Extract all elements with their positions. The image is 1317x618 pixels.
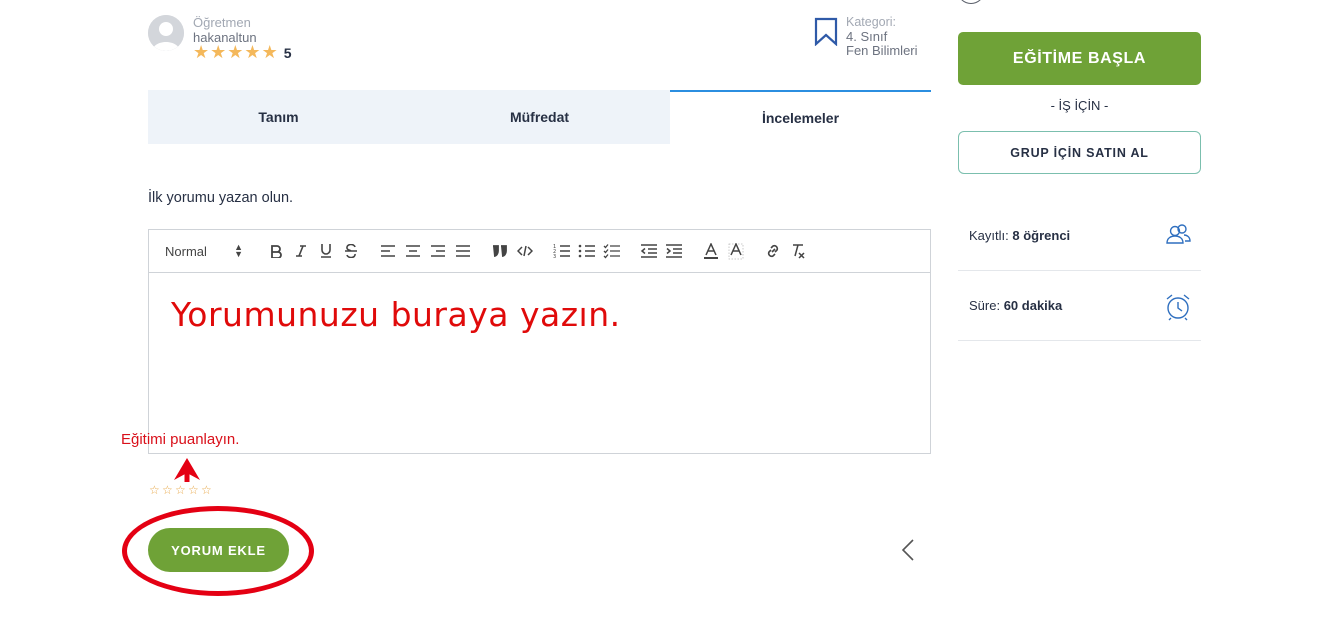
enrolled-text: Kayıtlı: 8 öğrenci — [969, 228, 1070, 243]
background-color-icon[interactable] — [723, 239, 748, 263]
ordered-list-icon[interactable]: 123 — [549, 239, 574, 263]
bold-icon[interactable] — [263, 239, 288, 263]
star-icon: ★ — [261, 42, 278, 62]
check-list-icon[interactable] — [599, 239, 624, 263]
select-arrows-icon: ▲ ▼ — [234, 242, 243, 259]
align-justify-icon[interactable] — [450, 239, 475, 263]
instructor-rating-value: 5 — [283, 44, 292, 61]
category-label: Kategori: — [846, 15, 897, 29]
duration-value: 60 dakika — [1003, 298, 1063, 313]
bookmark-icon — [814, 17, 838, 51]
text-color-icon[interactable] — [698, 239, 723, 263]
italic-icon[interactable] — [288, 239, 313, 263]
editor-toolbar: Normal ▲ ▼ 1 2 3 — [149, 230, 930, 273]
course-tabs: Tanım Müfredat İncelemeler — [148, 90, 931, 144]
format-select[interactable]: Normal ▲ ▼ — [165, 242, 243, 259]
outdent-icon[interactable] — [636, 239, 661, 263]
rating-star-4[interactable]: ☆ — [188, 484, 201, 496]
enrolled-label: Kayıtlı: — [969, 228, 1009, 243]
start-course-button[interactable]: EĞİTİME BAŞLA — [958, 32, 1201, 85]
align-right-icon[interactable] — [425, 239, 450, 263]
category-value[interactable]: 4. Sınıf Fen Bilimleri — [846, 30, 918, 58]
star-icon: ★ — [210, 42, 227, 62]
editor-annotation-text: Yorumunuzu buraya yazın. — [171, 295, 621, 334]
link-icon[interactable] — [760, 239, 785, 263]
instructor-avatar[interactable] — [148, 15, 184, 51]
indent-icon[interactable] — [661, 239, 686, 263]
enrolled-info: Kayıtlı: 8 öğrenci — [958, 201, 1201, 271]
duration-info: Süre: 60 dakika — [958, 271, 1201, 341]
tab-curriculum[interactable]: Müfredat — [409, 90, 670, 144]
editor-content-area[interactable]: Yorumunuzu buraya yazın. — [149, 273, 930, 356]
format-select-value: Normal — [165, 243, 207, 259]
rate-hint-annotation: Eğitimi puanlayın. — [121, 431, 240, 448]
rating-star-3[interactable]: ☆ — [175, 484, 188, 496]
for-business-label: - İŞ İÇİN - — [1050, 98, 1109, 113]
strike-icon[interactable] — [338, 239, 363, 263]
tab-reviews[interactable]: İncelemeler — [670, 90, 931, 144]
category-value-line1: 4. Sınıf — [846, 29, 888, 44]
rating-input[interactable]: ☆ ☆ ☆ ☆ ☆ — [149, 484, 214, 496]
add-review-button[interactable]: YORUM EKLE — [148, 528, 289, 572]
bullet-list-icon[interactable] — [574, 239, 599, 263]
duration-text: Süre: 60 dakika — [969, 298, 1062, 313]
instructor-rating-stars: ★ ★ ★ ★ ★ 5 — [193, 42, 292, 62]
align-left-icon[interactable] — [375, 239, 400, 263]
code-icon[interactable] — [512, 239, 537, 263]
duration-label: Süre: — [969, 298, 1001, 313]
review-editor: Normal ▲ ▼ 1 2 3 Yorumunuzu buraya yazın… — [148, 229, 931, 454]
blockquote-icon[interactable] — [487, 239, 512, 263]
rating-star-2[interactable]: ☆ — [162, 484, 175, 496]
underline-icon[interactable] — [313, 239, 338, 263]
category-value-line2: Fen Bilimleri — [846, 43, 918, 58]
rating-star-1[interactable]: ☆ — [149, 484, 162, 496]
chevron-left-icon[interactable] — [900, 538, 916, 567]
star-icon: ★ — [244, 42, 261, 62]
rating-star-5[interactable]: ☆ — [201, 484, 214, 496]
circle-icon — [958, 0, 984, 4]
alarm-clock-icon — [1165, 293, 1191, 326]
group-buy-button[interactable]: GRUP İÇİN SATIN AL — [958, 131, 1201, 174]
clear-format-icon[interactable] — [785, 239, 810, 263]
align-center-icon[interactable] — [400, 239, 425, 263]
svg-text:3: 3 — [553, 254, 556, 259]
tab-description[interactable]: Tanım — [148, 90, 409, 144]
instructor-role-label: Öğretmen — [193, 15, 251, 30]
no-reviews-text: İlk yorumu yazan olun. — [148, 190, 294, 206]
users-icon — [1165, 223, 1191, 252]
star-icon: ★ — [227, 42, 244, 62]
star-icon: ★ — [193, 42, 210, 62]
enrolled-value: 8 öğrenci — [1012, 228, 1071, 243]
